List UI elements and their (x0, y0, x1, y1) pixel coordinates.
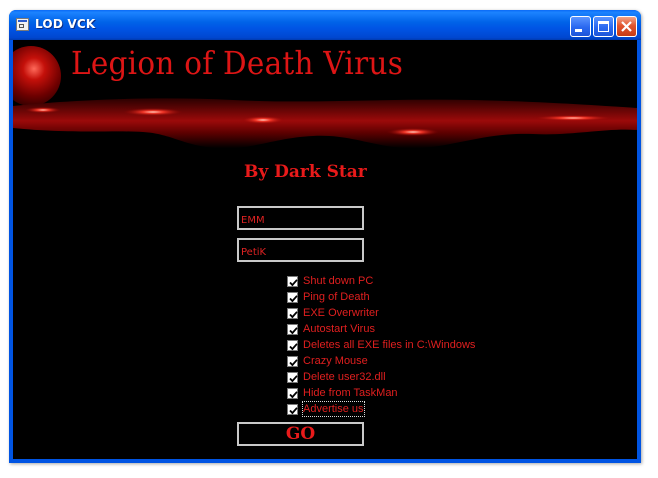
option-label: Crazy Mouse (303, 355, 368, 367)
checkbox[interactable] (287, 308, 298, 319)
checkbox[interactable] (287, 276, 298, 287)
check-icon (289, 407, 298, 415)
text-field-2[interactable] (237, 238, 364, 262)
option-label: Advertise us (302, 401, 365, 417)
option-label: Ping of Death (303, 291, 370, 303)
maximize-icon (598, 21, 609, 32)
checkbox[interactable] (287, 372, 298, 383)
option-exe-overwriter[interactable]: EXE Overwriter (287, 305, 527, 321)
option-delete-user32[interactable]: Delete user32.dll (287, 369, 527, 385)
checkbox[interactable] (287, 292, 298, 303)
option-shut-down-pc[interactable]: Shut down PC (287, 273, 527, 289)
minimize-button[interactable] (570, 16, 591, 37)
title-bar[interactable]: LOD VCK (9, 10, 641, 40)
checkbox[interactable] (287, 324, 298, 335)
option-label: Hide from TaskMan (303, 387, 398, 399)
app-icon[interactable] (16, 18, 29, 31)
option-label: EXE Overwriter (303, 307, 379, 319)
option-crazy-mouse[interactable]: Crazy Mouse (287, 353, 527, 369)
banner-title: Legion of Death Virus (71, 44, 404, 82)
checkbox[interactable] (287, 340, 298, 351)
checkbox[interactable] (287, 356, 298, 367)
close-button[interactable] (616, 16, 637, 37)
option-advertise-us[interactable]: Advertise us (287, 401, 527, 417)
check-icon (289, 391, 298, 399)
check-icon (289, 327, 298, 335)
app-window: LOD VCK Legion of Death Virus By Dark St… (9, 10, 641, 463)
maximize-button[interactable] (593, 16, 614, 37)
minimize-icon (575, 29, 582, 32)
option-label: Deletes all EXE files in C:\Windows (303, 339, 476, 351)
check-icon (289, 375, 298, 383)
check-icon (289, 295, 298, 303)
check-icon (289, 279, 298, 287)
option-label: Shut down PC (303, 275, 374, 287)
check-icon (289, 343, 298, 351)
option-autostart-virus[interactable]: Autostart Virus (287, 321, 527, 337)
go-button[interactable]: GO (237, 422, 364, 446)
option-hide-from-taskman[interactable]: Hide from TaskMan (287, 385, 527, 401)
checkbox[interactable] (287, 388, 298, 399)
window-title: LOD VCK (35, 17, 96, 31)
form-client-area: Legion of Death Virus By Dark Star EMM P… (13, 40, 637, 459)
option-label: Autostart Virus (303, 323, 375, 335)
option-delete-exe-files[interactable]: Deletes all EXE files in C:\Windows (287, 337, 527, 353)
option-ping-of-death[interactable]: Ping of Death (287, 289, 527, 305)
check-icon (289, 311, 298, 319)
close-icon (621, 21, 632, 32)
text-field-1[interactable] (237, 206, 364, 230)
checkbox[interactable] (287, 404, 298, 415)
option-label: Delete user32.dll (303, 371, 386, 383)
check-icon (289, 359, 298, 367)
blood-drip-banner (13, 98, 637, 149)
author-label: By Dark Star (244, 162, 367, 182)
